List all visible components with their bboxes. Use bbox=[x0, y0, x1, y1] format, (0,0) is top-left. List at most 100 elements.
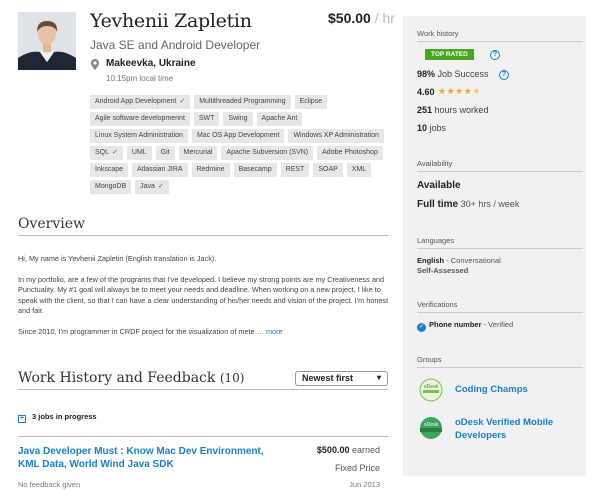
group-badge-icon[interactable]: oDesk bbox=[417, 414, 445, 442]
more-link[interactable]: more bbox=[266, 327, 283, 336]
language: English - Conversational bbox=[417, 256, 501, 265]
job-success-value: 98% bbox=[417, 69, 436, 79]
skill-tag[interactable]: Windows XP Administration bbox=[288, 129, 384, 143]
sort-selected-value: Newest first bbox=[302, 373, 354, 383]
overview-paragraph: In my portfolio, are a few of the progra… bbox=[18, 274, 389, 316]
group-badge-icon[interactable]: oDesk bbox=[417, 376, 445, 404]
location-pin-icon bbox=[91, 59, 99, 72]
jobs-in-progress-label: 3 jobs in progress bbox=[32, 412, 97, 421]
hours-value: 251 bbox=[417, 105, 433, 115]
job-success-label: Job Success bbox=[435, 69, 489, 79]
skill-label: Multithreaded Programming bbox=[199, 98, 286, 105]
sort-select[interactable]: Newest first ▾ bbox=[295, 371, 388, 386]
skill-label: UML bbox=[131, 149, 147, 156]
skill-tag[interactable]: Git bbox=[155, 146, 175, 160]
availability-status: Available bbox=[417, 180, 461, 191]
hourly-rate: $50.00 / hr bbox=[328, 10, 395, 26]
expand-plus-icon: + bbox=[18, 415, 26, 423]
divider bbox=[18, 436, 388, 437]
check-icon: ✓ bbox=[157, 183, 164, 190]
skill-tag[interactable]: UML bbox=[126, 146, 152, 160]
group-link[interactable]: Coding Champs bbox=[455, 383, 528, 396]
skill-label: Agile software developmennt bbox=[95, 115, 185, 122]
overview-paragraph: Since 2010, I'm programmer in CRDF proje… bbox=[18, 327, 390, 337]
divider bbox=[417, 41, 583, 42]
skill-tag[interactable]: Agile software developmennt bbox=[90, 112, 190, 126]
skill-tag[interactable]: Eclipse bbox=[294, 95, 328, 109]
skill-label: Java bbox=[140, 183, 155, 190]
rating-stars: ★★★★★ bbox=[438, 86, 481, 97]
overview-section-header: Overview bbox=[18, 216, 388, 236]
skill-label: Redmine bbox=[196, 166, 225, 173]
job-amount-value: $500.00 bbox=[316, 445, 350, 455]
skill-tag[interactable]: Adobe Photoshop bbox=[317, 146, 383, 160]
check-icon: ✓ bbox=[112, 149, 118, 156]
skill-label: Eclipse bbox=[299, 98, 323, 105]
group-link[interactable]: oDesk Verified Mobile Developers bbox=[455, 416, 585, 442]
skill-label: SOAP bbox=[318, 166, 338, 173]
local-time: 10:15pm local time bbox=[106, 74, 174, 83]
skill-tag[interactable]: SOAP bbox=[313, 163, 343, 177]
overview-paragraph-text: Since 2010, I'm programmer in CRDF proje… bbox=[18, 326, 264, 336]
groups-label: Groups bbox=[417, 355, 442, 364]
profile-name: Yevhenii Zapletin bbox=[90, 10, 252, 32]
skill-label: Mac OS App Development bbox=[196, 132, 280, 139]
rate-unit: / hr bbox=[370, 10, 395, 26]
star-icon: ★ bbox=[455, 86, 464, 96]
skill-tag[interactable]: Swing bbox=[223, 112, 253, 126]
skill-tag[interactable]: Mac OS App Development bbox=[191, 129, 285, 143]
help-icon[interactable]: ? bbox=[499, 70, 509, 80]
skill-tag[interactable]: Atlassian JIRA bbox=[132, 163, 188, 177]
skill-tag[interactable]: SWT bbox=[193, 112, 220, 126]
skill-label: Basecamp bbox=[238, 166, 272, 173]
divider bbox=[417, 171, 583, 172]
language-note: Self-Assessed bbox=[417, 266, 469, 275]
caret-down-icon: ▾ bbox=[376, 373, 381, 382]
skill-tag[interactable]: Linux System Administration bbox=[90, 129, 188, 143]
location: Makeevka, Ukraine bbox=[106, 58, 196, 69]
divider bbox=[417, 248, 583, 249]
skill-tag[interactable]: Inkscape bbox=[90, 163, 129, 177]
avatar bbox=[18, 12, 76, 70]
skill-label: Apache Ant bbox=[261, 115, 298, 122]
languages-label: Languages bbox=[417, 236, 455, 245]
rating: 4.60 bbox=[417, 87, 435, 97]
skill-tag[interactable]: Redmine bbox=[191, 163, 230, 177]
top-rated-badge: TOP RATED bbox=[425, 49, 474, 60]
skills-list: Android App Development ✓ Multithreaded Pr… bbox=[90, 95, 385, 194]
skill-tag[interactable]: Android App Development ✓ bbox=[90, 95, 191, 109]
skill-tag[interactable]: Java ✓ bbox=[135, 180, 169, 194]
divider bbox=[417, 312, 583, 313]
skill-tag[interactable]: Apache Ant bbox=[256, 112, 303, 126]
skill-tag[interactable]: Basecamp bbox=[233, 163, 277, 177]
profile-title: Java SE and Android Developer bbox=[90, 38, 261, 52]
skill-label: XML bbox=[351, 166, 367, 173]
skill-tag[interactable]: Multithreaded Programming bbox=[194, 95, 291, 109]
skill-tag[interactable]: Mercurial bbox=[178, 146, 218, 160]
jobs-in-progress-toggle[interactable]: +3 jobs in progress bbox=[18, 412, 97, 423]
work-history-count: (10) bbox=[219, 371, 245, 385]
skill-label: Mercurial bbox=[183, 149, 213, 156]
group-badge-text: oDesk bbox=[424, 422, 439, 428]
skill-label: Apache Subversion (SVN) bbox=[226, 149, 309, 156]
skill-label: Windows XP Administration bbox=[293, 132, 379, 139]
skill-label: Adobe Photoshop bbox=[322, 149, 378, 156]
job-title-link[interactable]: Java Developer Must : Know Mac Dev Envir… bbox=[18, 445, 268, 471]
availability-label: Availability bbox=[417, 159, 453, 168]
sidebar: Work history Availability Languages Veri… bbox=[403, 16, 586, 476]
verified-check-icon: ✓ bbox=[417, 323, 426, 332]
skill-tag[interactable]: SQL ✓ bbox=[90, 146, 123, 160]
skill-label: Swing bbox=[228, 115, 248, 122]
job-success: 98% Job Success bbox=[417, 69, 489, 79]
job-date: Jun 2013 bbox=[349, 480, 380, 489]
rate-value: $50.00 bbox=[328, 10, 371, 26]
overview-paragraph: Hi, My name is Yevhenii Zapletin (Englis… bbox=[18, 254, 217, 263]
help-icon[interactable]: ? bbox=[490, 50, 500, 60]
skill-tag[interactable]: REST bbox=[280, 163, 310, 177]
availability-hours-value: Full time bbox=[417, 199, 459, 210]
skill-tag[interactable]: MongoDB bbox=[90, 180, 132, 194]
skill-tag[interactable]: XML bbox=[346, 163, 372, 177]
skill-label: Inkscape bbox=[95, 166, 124, 173]
skill-tag[interactable]: Apache Subversion (SVN) bbox=[221, 146, 314, 160]
divider bbox=[417, 367, 583, 368]
